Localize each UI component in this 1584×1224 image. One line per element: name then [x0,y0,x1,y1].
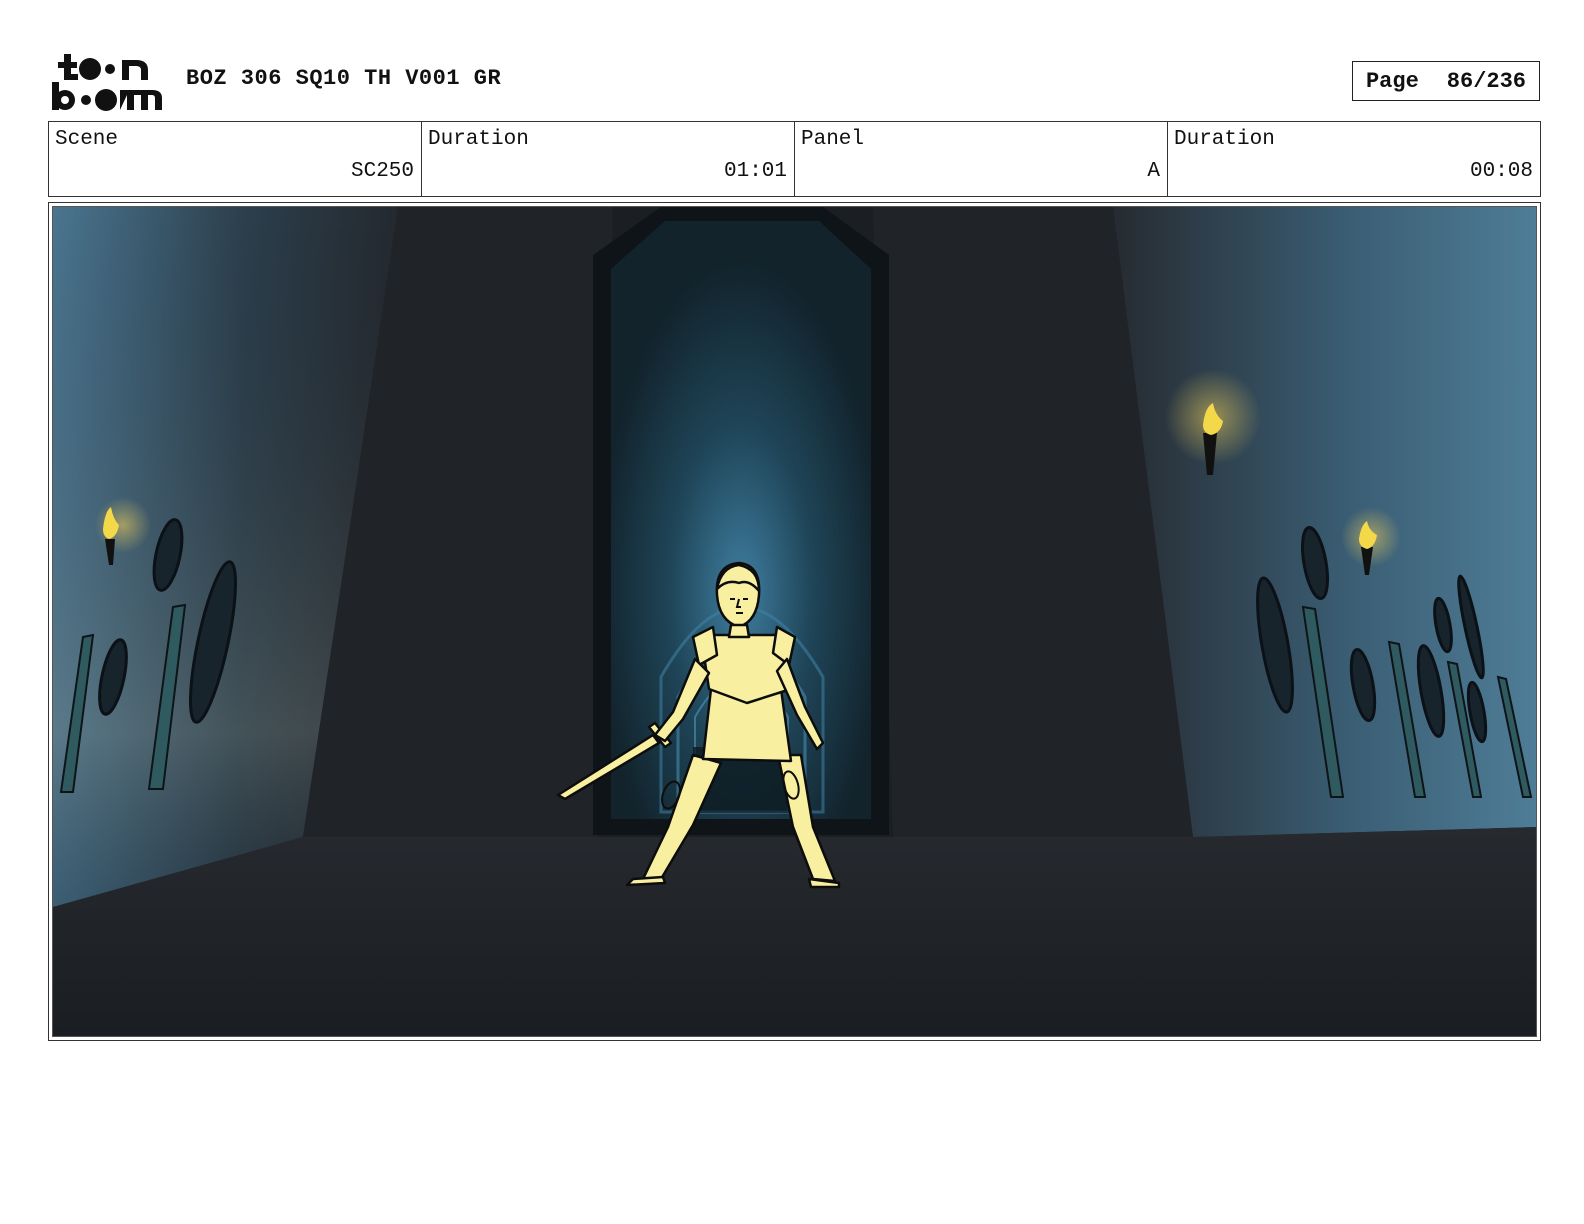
panel-duration-cell: Duration 00:08 [1168,122,1540,196]
page-number: 86/236 [1446,68,1527,94]
scene-info-table: Scene SC250 Duration 01:01 Panel A Durat… [48,121,1541,197]
toon-boom-logo [52,52,164,114]
storyboard-panel-image [52,206,1537,1037]
panel-value: A [1147,160,1160,183]
document-title: BOZ 306 SQ10 TH V001 GR [186,66,502,91]
scene-value: SC250 [350,160,414,183]
storyboard-panel-frame [48,202,1541,1041]
page-indicator: Page 86/236 [1352,61,1540,101]
scene-duration-label: Duration [428,128,529,151]
scene-duration-cell: Duration 01:01 [422,122,795,196]
panel-duration-label: Duration [1174,128,1275,151]
panel-cell: Panel A [795,122,1168,196]
scene-label: Scene [55,128,119,151]
panel-label: Panel [801,128,865,151]
scene-duration-value: 01:01 [723,160,787,183]
scene-cell: Scene SC250 [49,122,422,196]
page-label: Page [1365,68,1419,94]
panel-duration-value: 00:08 [1469,160,1533,183]
